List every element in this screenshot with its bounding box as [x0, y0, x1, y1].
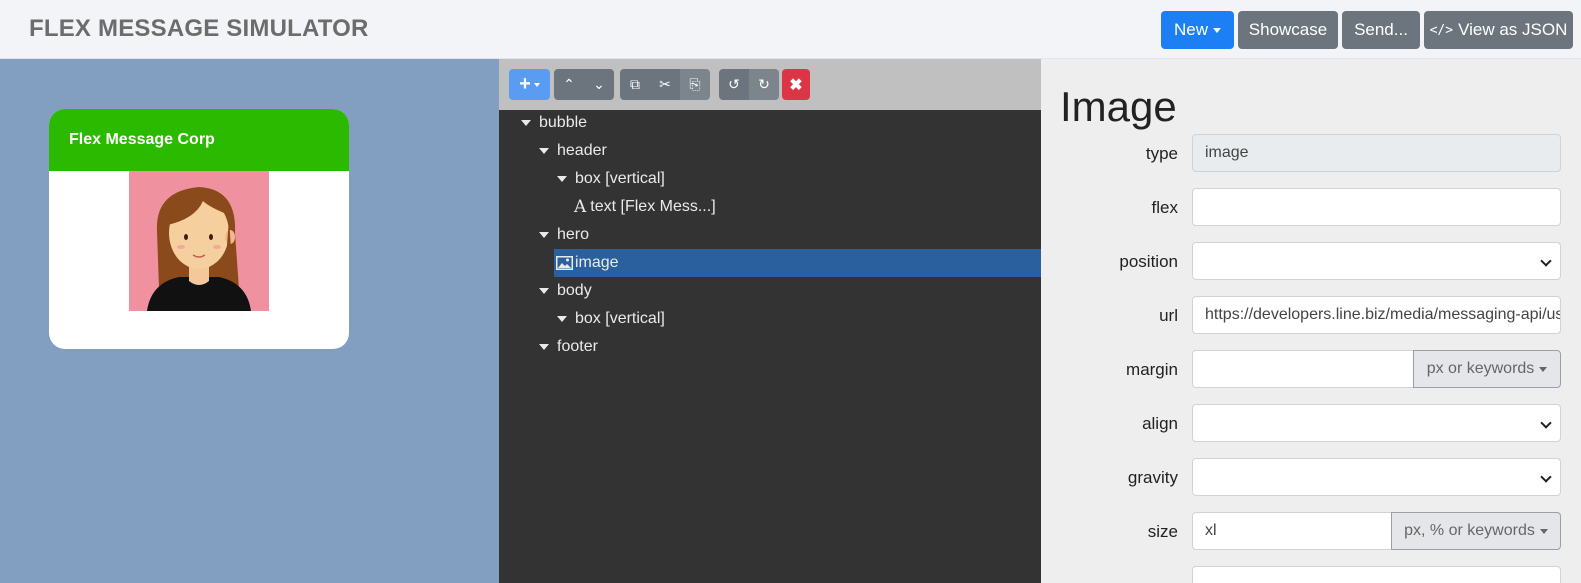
size-unit-label: px, % or keywords: [1404, 522, 1535, 539]
url-label: url: [1159, 306, 1178, 325]
tree-node-hero[interactable]: hero: [539, 221, 589, 249]
tree-node-body-box[interactable]: box [vertical]: [557, 305, 665, 333]
new-button-label: New: [1173, 20, 1208, 39]
preview-pane: Flex Message Corp: [0, 59, 499, 583]
tree-node-label: hero: [557, 226, 590, 243]
plus-icon: +: [519, 73, 531, 95]
tree-pane: + ⌃ ⌄ ⧉ ✂ ⎘ ↺ ↻ ✖ bubble header box [ver…: [499, 59, 1041, 583]
history-button-group: ↺ ↻: [719, 69, 779, 100]
triangle-down-icon: [557, 176, 567, 182]
triangle-down-icon: [557, 316, 567, 322]
tree-node-label: image: [575, 254, 619, 271]
send-button[interactable]: Send...: [1342, 11, 1420, 49]
tree-node-label: footer: [557, 338, 598, 355]
caret-down-icon: [533, 82, 540, 87]
paste-button[interactable]: ⎘: [680, 69, 710, 100]
redo-icon: ↻: [758, 76, 770, 92]
caret-down-icon: [1539, 528, 1548, 534]
tree-node-header[interactable]: header: [539, 137, 607, 165]
align-label: align: [1142, 414, 1178, 433]
tree-node-footer[interactable]: footer: [539, 333, 598, 361]
triangle-down-icon: [539, 232, 549, 238]
triangle-down-icon: [539, 344, 549, 350]
tree-node-label: body: [557, 282, 592, 299]
chevron-down-icon: [1540, 471, 1552, 483]
redo-button[interactable]: ↻: [749, 69, 779, 100]
margin-label: margin: [1126, 360, 1178, 379]
undo-icon: ↺: [728, 76, 740, 92]
gravity-label: gravity: [1127, 468, 1178, 487]
delete-button[interactable]: ✖: [782, 69, 810, 100]
tree-node-label: header: [557, 142, 607, 159]
chevron-down-icon: [1540, 417, 1552, 429]
avatar: [129, 171, 269, 311]
gravity-select[interactable]: [1192, 458, 1561, 496]
size-label: size: [1147, 522, 1178, 541]
type-label: type: [1145, 144, 1178, 163]
tree-node-bubble[interactable]: bubble: [521, 109, 587, 137]
image-icon: [556, 256, 573, 270]
margin-unit-dropdown[interactable]: px or keywords: [1413, 350, 1561, 388]
text-type-icon: A: [574, 197, 587, 217]
bubble-preview: Flex Message Corp: [49, 109, 349, 349]
tree-node-text[interactable]: Atext [Flex Mess...]: [574, 193, 716, 221]
bubble-header: Flex Message Corp: [49, 109, 349, 171]
size-unit-dropdown[interactable]: px, % or keywords: [1391, 512, 1561, 550]
flex-input[interactable]: [1192, 188, 1561, 226]
add-component-button[interactable]: +: [509, 69, 550, 100]
tree-toolbar: + ⌃ ⌄ ⧉ ✂ ⎘ ↺ ↻ ✖: [499, 59, 1041, 110]
new-button[interactable]: New: [1161, 11, 1234, 49]
top-navbar: FLEX MESSAGE SIMULATOR New Showcase Send…: [0, 0, 1581, 59]
close-icon: ✖: [789, 76, 803, 94]
triangle-down-icon: [521, 120, 531, 126]
move-button-group: ⌃ ⌄: [554, 69, 614, 100]
position-label: position: [1119, 252, 1178, 271]
url-input[interactable]: https://developers.line.biz/media/messag…: [1192, 296, 1561, 334]
header-text: Flex Message Corp: [69, 131, 215, 148]
tree-node-image[interactable]: image: [554, 249, 1041, 277]
cut-button[interactable]: ✂: [650, 69, 680, 100]
showcase-button[interactable]: Showcase: [1238, 11, 1338, 49]
tree-node-label: text [Flex Mess...]: [590, 198, 716, 215]
copy-icon: ⧉: [630, 76, 640, 92]
undo-button[interactable]: ↺: [719, 69, 749, 100]
tree-node-body[interactable]: body: [539, 277, 592, 305]
scissors-icon: ✂: [659, 76, 671, 92]
caret-down-icon: [1539, 366, 1548, 372]
app-title: FLEX MESSAGE SIMULATOR: [29, 15, 369, 42]
triangle-down-icon: [539, 288, 549, 294]
move-up-button[interactable]: ⌃: [554, 69, 584, 100]
margin-input[interactable]: [1192, 350, 1414, 388]
move-down-button[interactable]: ⌄: [584, 69, 614, 100]
triangle-down-icon: [539, 148, 549, 154]
tree-node-label: box [vertical]: [575, 170, 665, 187]
margin-unit-label: px or keywords: [1426, 360, 1535, 377]
type-field: image: [1192, 134, 1561, 172]
clipboard-button-group: ⧉ ✂ ⎘: [620, 69, 710, 100]
position-select[interactable]: [1192, 242, 1561, 280]
next-property-input[interactable]: [1192, 566, 1561, 583]
view-as-json-button[interactable]: </> View as JSON: [1424, 11, 1573, 49]
tree-node-label: box [vertical]: [575, 310, 665, 327]
flex-label: flex: [1151, 198, 1178, 217]
chevron-down-icon: [1540, 255, 1552, 267]
properties-title: Image: [1060, 83, 1177, 130]
code-icon: </>: [1429, 22, 1454, 38]
tree-node-label: bubble: [539, 114, 588, 131]
size-input[interactable]: xl: [1192, 512, 1392, 550]
caret-down-icon: [1213, 27, 1221, 33]
paste-icon: ⎘: [689, 76, 701, 92]
chevron-down-icon: ⌄: [593, 76, 605, 92]
copy-button[interactable]: ⧉: [620, 69, 650, 100]
align-select[interactable]: [1192, 404, 1561, 442]
properties-pane: Image type image flex position url https…: [1041, 59, 1581, 583]
view-as-json-label: View as JSON: [1458, 20, 1568, 39]
chevron-up-icon: ⌃: [563, 76, 575, 92]
tree-node-header-box[interactable]: box [vertical]: [557, 165, 665, 193]
